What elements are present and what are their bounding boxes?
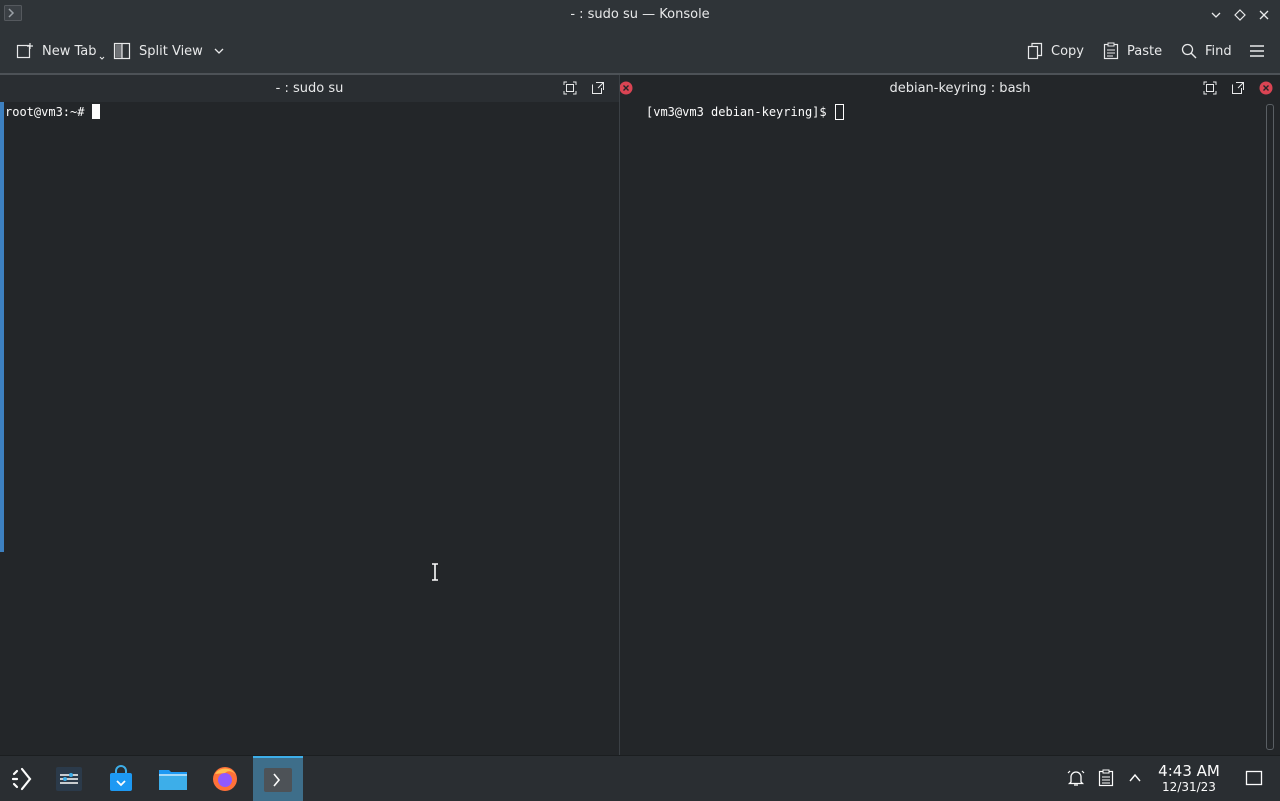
konsole-icon	[264, 767, 292, 792]
right-terminal[interactable]: [vm3@vm3 debian-keyring]$	[620, 102, 1280, 755]
right-terminal-line: [vm3@vm3 debian-keyring]$	[646, 104, 844, 120]
left-detach-pane-button[interactable]	[590, 80, 606, 96]
copy-label: Copy	[1051, 43, 1084, 59]
notifications-tray-button[interactable]	[1067, 769, 1085, 787]
detach-pane-icon	[1232, 82, 1244, 94]
left-maximize-pane-button[interactable]	[562, 80, 578, 96]
close-icon	[1259, 10, 1269, 20]
show-hidden-icons-button[interactable]	[1126, 769, 1144, 787]
konsole-task-button[interactable]	[253, 756, 303, 801]
diamond-icon	[1234, 9, 1246, 21]
clipboard-tray-button[interactable]	[1097, 769, 1115, 787]
right-terminal-scrollbar[interactable]	[1266, 104, 1274, 750]
right-close-pane-button[interactable]	[1258, 80, 1274, 96]
taskbar: 4:43 AM 12/31/23	[0, 755, 1280, 801]
left-terminal-prompt: root@vm3:~#	[5, 104, 85, 119]
konsole-app-icon[interactable]	[4, 5, 22, 21]
chevron-down-icon	[1211, 12, 1221, 18]
show-desktop-button[interactable]	[1245, 769, 1263, 787]
hamburger-menu-icon	[1250, 45, 1264, 57]
firefox-button[interactable]	[203, 756, 247, 801]
maximize-pane-icon	[563, 81, 577, 95]
terminal-cursor	[92, 104, 101, 119]
right-terminal-prompt: [vm3@vm3 debian-keyring]$	[646, 105, 827, 119]
maximize-pane-icon	[1203, 81, 1217, 95]
dolphin-icon	[159, 769, 187, 790]
find-label: Find	[1205, 43, 1232, 59]
close-window-button[interactable]	[1254, 5, 1274, 25]
chevron-down-icon	[214, 48, 224, 54]
left-terminal[interactable]: root@vm3:~#	[0, 102, 619, 755]
close-pane-icon	[1259, 81, 1273, 95]
active-pane-indicator	[0, 102, 4, 552]
new-tab-label: New Tab	[42, 43, 97, 59]
right-pane-title: debian-keyring : bash	[889, 81, 1031, 96]
terminal-cursor	[834, 104, 844, 120]
discover-icon	[110, 764, 132, 791]
split-view-label: Split View	[139, 43, 203, 59]
firefox-icon	[213, 766, 237, 791]
clipboard-icon	[1098, 769, 1114, 787]
split-view-button[interactable]: Split View	[113, 29, 225, 73]
dolphin-button[interactable]	[151, 756, 195, 801]
discover-button[interactable]	[99, 756, 143, 801]
text-cursor-icon	[430, 563, 440, 581]
maximize-button[interactable]	[1230, 5, 1250, 25]
minimize-button[interactable]	[1206, 5, 1226, 25]
chevron-up-icon	[1129, 773, 1141, 782]
search-icon	[1181, 43, 1197, 59]
application-launcher-icon	[11, 767, 32, 790]
clock-date: 12/31/23	[1162, 780, 1216, 794]
show-desktop-icon	[1245, 770, 1263, 786]
find-button[interactable]: Find	[1181, 29, 1232, 73]
left-close-pane-button[interactable]	[618, 80, 634, 96]
detach-pane-icon	[592, 82, 604, 94]
new-tab-icon	[16, 43, 33, 59]
pager-button[interactable]	[47, 756, 91, 801]
paste-icon	[1103, 42, 1119, 60]
right-detach-pane-button[interactable]	[1230, 80, 1246, 96]
right-pane-header[interactable]: debian-keyring : bash	[640, 75, 1280, 102]
pager-icon	[56, 766, 82, 791]
paste-button[interactable]: Paste	[1103, 29, 1162, 73]
main-toolbar: New Tab Split View Copy Paste Find	[0, 29, 1280, 74]
paste-label: Paste	[1127, 43, 1163, 59]
split-view-icon	[113, 42, 131, 60]
window-titlebar[interactable]: - : sudo su — Konsole	[0, 0, 1280, 29]
hamburger-menu-button[interactable]	[1249, 29, 1265, 73]
window-title: - : sudo su — Konsole	[570, 7, 710, 22]
copy-button[interactable]: Copy	[1027, 29, 1084, 73]
left-pane-header[interactable]: - : sudo su	[0, 75, 633, 102]
notification-bell-icon	[1067, 770, 1085, 786]
application-launcher-button[interactable]	[0, 756, 44, 801]
right-maximize-pane-button[interactable]	[1202, 80, 1218, 96]
close-pane-icon	[619, 81, 633, 95]
left-pane-title: - : sudo su	[275, 81, 344, 96]
clock-time: 4:43 AM	[1158, 762, 1220, 780]
menu-arrow-icon	[99, 56, 104, 60]
digital-clock[interactable]: 4:43 AM 12/31/23	[1156, 762, 1222, 795]
left-terminal-line: root@vm3:~#	[5, 104, 101, 119]
copy-icon	[1027, 42, 1043, 60]
new-tab-button[interactable]: New Tab	[16, 29, 105, 73]
